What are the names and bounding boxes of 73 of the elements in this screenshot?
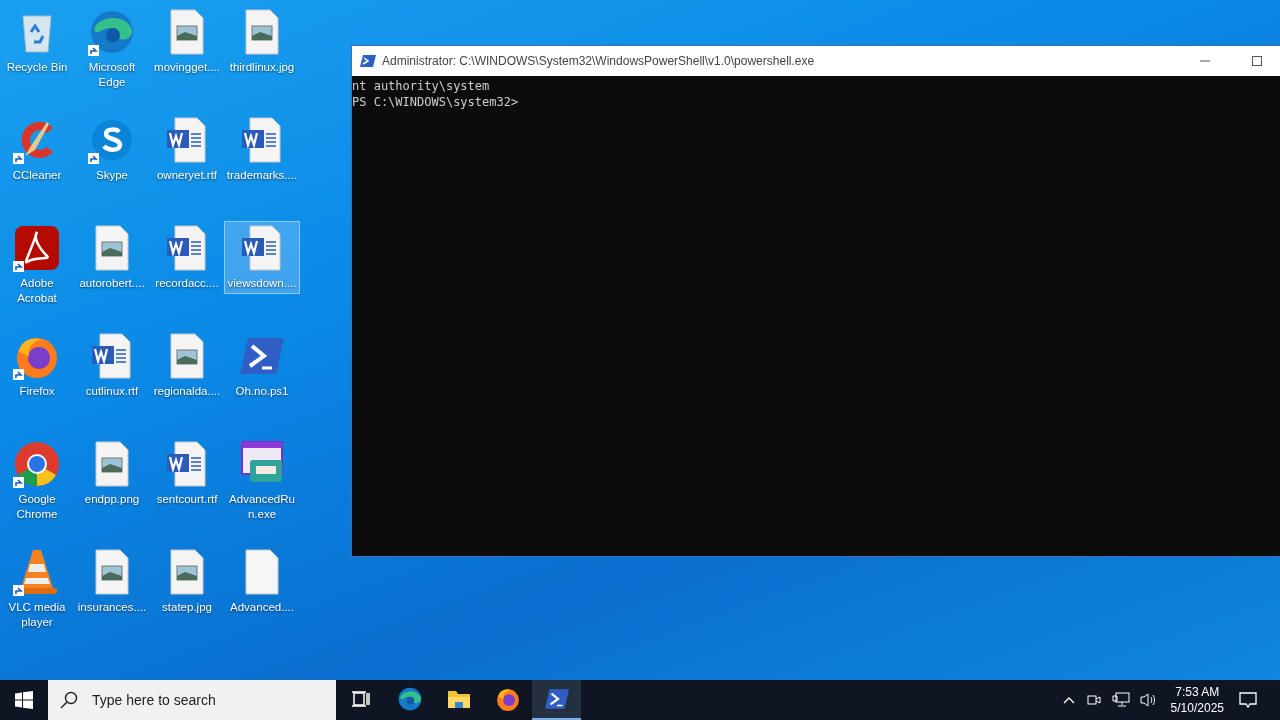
icon-label: Skype	[95, 168, 129, 183]
icon-label: AdvancedRun.exe	[228, 492, 296, 522]
icon-label: statep.jpg	[161, 600, 213, 615]
window-title: Administrator: C:\WINDOWS\System32\WindowsPowerShell\v1.0\powershell.exe	[382, 54, 815, 68]
desktop-icon[interactable]: viewsdown....	[225, 222, 299, 293]
desktop-icon[interactable]: cutlinux.rtf	[75, 330, 149, 401]
desktop-icon[interactable]: Firefox	[0, 330, 74, 401]
taskbar-button[interactable]	[532, 680, 581, 720]
desktop-icon[interactable]: Oh.no.ps1	[225, 330, 299, 401]
icon-label: Recycle Bin	[5, 60, 69, 75]
icon-label: Microsoft Edge	[87, 60, 137, 90]
icon-label: Adobe Acrobat	[16, 276, 58, 306]
desktop-icon[interactable]: VLC media player	[0, 546, 74, 632]
firefox-icon	[494, 686, 521, 712]
console-line: nt authority\system	[352, 78, 490, 94]
desktop-icon[interactable]: regionalda....	[150, 330, 224, 401]
desktop-icon[interactable]: sentcourt.rtf	[150, 438, 224, 509]
edge-icon	[396, 686, 423, 712]
icon-label: Advanced....	[229, 600, 295, 615]
icon-label: Google Chrome	[15, 492, 59, 522]
acrobat-icon	[13, 224, 61, 272]
powershell-icon	[543, 686, 570, 712]
desktop-icon[interactable]: insurances....	[75, 546, 149, 617]
clock-date: 5/10/2025	[1170, 700, 1224, 716]
desktop-icon[interactable]: Google Chrome	[0, 438, 74, 524]
task-view-icon[interactable]	[350, 689, 371, 709]
edge-icon	[88, 8, 136, 56]
search-bar[interactable]: Type here to search	[48, 680, 336, 720]
icon-label: VLC media player	[7, 600, 67, 630]
console-area[interactable]: nt authority\system PS C:\WINDOWS\system32>	[352, 76, 1280, 556]
search-icon	[60, 691, 78, 709]
desktop-icon[interactable]: Advanced....	[225, 546, 299, 617]
desktop-icon[interactable]: thirdlinux.jpg	[225, 6, 299, 77]
icon-label: trademarks....	[226, 168, 298, 183]
desktop-icon[interactable]: Microsoft Edge	[75, 6, 149, 92]
powershell-icon	[360, 53, 376, 69]
console-line: PS C:\WINDOWS\system32>	[352, 94, 519, 110]
desktop-icon[interactable]: recordacc....	[150, 222, 224, 293]
clock-time: 7:53 AM	[1175, 684, 1220, 700]
icon-label: cutlinux.rtf	[84, 384, 140, 399]
desktop-icon[interactable]: CCleaner	[0, 114, 74, 185]
icon-label: insurances....	[76, 600, 148, 615]
icon-label: recordacc....	[154, 276, 220, 291]
desktop-icon[interactable]: statep.jpg	[150, 546, 224, 617]
icon-label: Oh.no.ps1	[234, 384, 290, 399]
icon-label: thirdlinux.jpg	[228, 60, 296, 75]
desktop-icon[interactable]: Recycle Bin	[0, 6, 74, 77]
desktop-icon[interactable]: Skype	[75, 114, 149, 185]
desktop-icon[interactable]: movingget....	[150, 6, 224, 77]
network-icon[interactable]	[1111, 692, 1130, 708]
desktop-icon[interactable]: AdvancedRun.exe	[225, 438, 299, 524]
icon-label: owneryet.rtf	[155, 168, 219, 183]
maximize-icon	[1252, 56, 1262, 66]
desktop-icon[interactable]: trademarks....	[225, 114, 299, 185]
search-field[interactable]: Type here to search	[90, 691, 324, 709]
camera-icon[interactable]	[1085, 692, 1102, 708]
icon-label: autorobert....	[78, 276, 146, 291]
icon-label: Firefox	[18, 384, 56, 399]
windows-logo-icon	[15, 691, 33, 709]
chrome-icon	[13, 440, 61, 488]
icon-label: viewsdown....	[226, 276, 298, 291]
desktop-icon[interactable]: endpp.png	[75, 438, 149, 509]
icon-label: regionalda....	[152, 384, 222, 399]
icon-label: endpp.png	[83, 492, 141, 507]
icon-label: CCleaner	[11, 168, 63, 183]
desktop-icon[interactable]: autorobert....	[75, 222, 149, 293]
clock[interactable]: 7:53 AM 5/10/2025	[1170, 684, 1224, 716]
desktop-icon[interactable]: Adobe Acrobat	[0, 222, 74, 308]
icon-label: sentcourt.rtf	[155, 492, 219, 507]
notification-icon[interactable]	[1238, 690, 1258, 710]
desktop-icon[interactable]: owneryet.rtf	[150, 114, 224, 185]
volume-icon[interactable]	[1139, 692, 1158, 708]
icon-label: movingget....	[153, 60, 221, 75]
